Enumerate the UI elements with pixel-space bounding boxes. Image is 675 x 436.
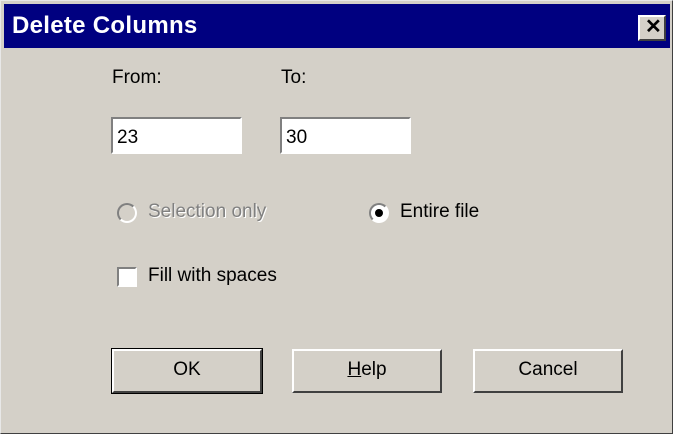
to-input[interactable]	[282, 119, 409, 152]
dialog-title: Delete Columns	[12, 12, 198, 39]
close-button[interactable]: ✕	[638, 15, 666, 41]
from-input[interactable]	[113, 119, 240, 152]
radio-selected-dot	[375, 209, 383, 217]
help-mnemonic: H	[347, 359, 362, 380]
entire-file-radio[interactable]	[369, 203, 389, 223]
cancel-button[interactable]: Cancel	[473, 349, 623, 393]
delete-columns-dialog: Delete Columns ✕ From: To: Selection onl…	[0, 0, 673, 434]
to-label: To:	[281, 67, 307, 88]
entire-file-label: Entire file	[400, 201, 480, 222]
close-icon: ✕	[645, 16, 662, 38]
ok-button[interactable]: OK	[111, 348, 263, 394]
fill-with-spaces-label: Fill with spaces	[148, 265, 277, 286]
fill-with-spaces-checkbox[interactable]	[117, 267, 137, 287]
selection-only-radio[interactable]	[117, 203, 137, 223]
from-field[interactable]	[111, 117, 242, 154]
help-label-rest: elp	[361, 359, 387, 380]
from-label: From:	[112, 67, 162, 88]
title-bar[interactable]: Delete Columns ✕	[4, 4, 670, 48]
selection-only-label: Selection only	[148, 201, 267, 222]
to-field[interactable]	[280, 117, 411, 154]
help-button[interactable]: Help	[292, 349, 442, 393]
